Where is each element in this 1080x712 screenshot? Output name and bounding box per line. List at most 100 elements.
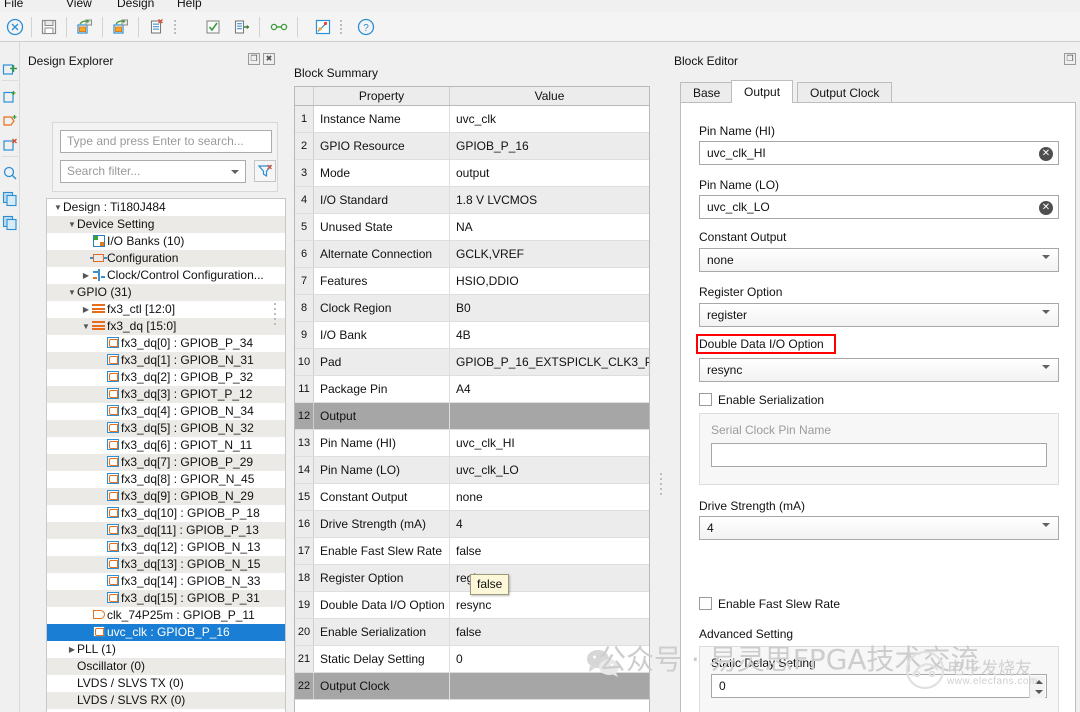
pin-name-hi-input[interactable]: uvc_clk_HI ✕ xyxy=(699,141,1059,165)
pin-name-lo-input[interactable]: uvc_clk_LO ✕ xyxy=(699,195,1059,219)
chevron-down-icon[interactable] xyxy=(1042,255,1050,273)
tree-item[interactable]: fx3_dq[10] : GPIOB_P_18 xyxy=(47,505,285,522)
tree-item[interactable]: fx3_dq[3] : GPIOT_P_12 xyxy=(47,386,285,403)
tree-item[interactable]: Oscillator (0) xyxy=(47,658,285,675)
import-design-icon[interactable] xyxy=(74,16,96,38)
row-value[interactable]: A4 xyxy=(450,376,649,402)
enable-fast-slew-rate-checkbox[interactable] xyxy=(699,597,712,610)
tree-item[interactable]: ▶ fx3_ctl [12:0] xyxy=(47,301,285,318)
float-panel-icon[interactable]: ❐ xyxy=(1064,53,1076,65)
paste-icon[interactable] xyxy=(1,214,19,232)
chevron-down-icon[interactable] xyxy=(1042,310,1050,328)
tree-item[interactable]: fx3_dq[2] : GPIOB_P_32 xyxy=(47,369,285,386)
search-icon[interactable] xyxy=(1,164,19,182)
tree-item[interactable]: Configuration xyxy=(47,250,285,267)
row-value[interactable]: 4B xyxy=(450,322,649,348)
chevron-right-icon[interactable]: ▶ xyxy=(67,641,77,658)
chevron-down-icon[interactable]: ▼ xyxy=(53,199,63,216)
table-row[interactable]: 16 Drive Strength (mA) 4 xyxy=(295,511,649,538)
table-row[interactable]: 11 Package Pin A4 xyxy=(295,376,649,403)
table-row[interactable]: 1 Instance Name uvc_clk xyxy=(295,106,649,133)
table-row[interactable]: 8 Clock Region B0 xyxy=(295,295,649,322)
tree-item[interactable]: I/O Banks (10) xyxy=(47,233,285,250)
drive-strength-combo[interactable]: 4 xyxy=(699,516,1059,541)
design-tree[interactable]: ▼Design : Ti180J484 ▼Device Setting I/O Ba… xyxy=(46,198,286,712)
tab-base[interactable]: Base xyxy=(680,82,734,103)
tree-item[interactable]: fx3_dq[9] : GPIOB_N_29 xyxy=(47,488,285,505)
table-row[interactable]: 9 I/O Bank 4B xyxy=(295,322,649,349)
tree-item[interactable]: ▼Design : Ti180J484 xyxy=(47,199,285,216)
table-group-row[interactable]: 12 Output xyxy=(295,403,649,430)
tree-item[interactable]: LVDS / SLVS RX (0) xyxy=(47,692,285,709)
tree-item-selected[interactable]: uvc_clk : GPIOB_P_16 xyxy=(47,624,285,641)
table-row[interactable]: 2 GPIO Resource GPIOB_P_16 xyxy=(295,133,649,160)
tree-item[interactable]: fx3_dq[5] : GPIOB_N_32 xyxy=(47,420,285,437)
tree-item[interactable]: fx3_dq[4] : GPIOB_N_34 xyxy=(47,403,285,420)
generate-report-icon[interactable] xyxy=(231,16,253,38)
chevron-down-icon[interactable]: ▼ xyxy=(67,216,77,233)
row-value[interactable]: resync xyxy=(450,592,649,618)
chevron-right-icon[interactable]: ▶ xyxy=(81,267,91,284)
tree-item[interactable]: fx3_dq[1] : GPIOB_N_31 xyxy=(47,352,285,369)
chevron-down-icon[interactable] xyxy=(1042,523,1050,541)
clear-filter-icon[interactable] xyxy=(254,160,276,182)
table-row[interactable]: 13 Pin Name (HI) uvc_clk_HI xyxy=(295,430,649,457)
remove-block-icon[interactable] xyxy=(1,136,19,154)
table-row[interactable]: 5 Unused State NA xyxy=(295,214,649,241)
table-row[interactable]: 20 Enable Serialization false xyxy=(295,619,649,646)
tree-item[interactable]: ▶ PLL (1) xyxy=(47,641,285,658)
clear-icon[interactable]: ✕ xyxy=(1039,201,1053,215)
check-design-icon[interactable] xyxy=(202,16,224,38)
menu-item-view[interactable]: View xyxy=(66,0,92,10)
tree-item[interactable]: fx3_dq[15] : GPIOB_P_31 xyxy=(47,590,285,607)
block-summary-table[interactable]: Property Value 1 Instance Name uvc_clk 2 GPI… xyxy=(294,86,650,712)
close-project-icon[interactable] xyxy=(4,16,26,38)
row-value[interactable]: uvc_clk xyxy=(450,106,649,132)
duplicate-block-icon[interactable] xyxy=(1,88,19,106)
row-value[interactable]: uvc_clk_LO xyxy=(450,457,649,483)
table-row[interactable]: 4 I/O Standard 1.8 V LVCMOS xyxy=(295,187,649,214)
tree-item[interactable]: fx3_dq[6] : GPIOT_N_11 xyxy=(47,437,285,454)
table-row[interactable]: 3 Mode output xyxy=(295,160,649,187)
floorplan-icon[interactable] xyxy=(312,16,334,38)
menu-item-file[interactable]: File xyxy=(4,0,23,10)
add-connection-icon[interactable] xyxy=(1,112,19,130)
tree-item[interactable]: LVDS / SLVS TX (0) xyxy=(47,675,285,692)
chevron-right-icon[interactable]: ▶ xyxy=(81,301,91,318)
copy-icon[interactable] xyxy=(1,190,19,208)
constant-output-combo[interactable]: none xyxy=(699,248,1059,273)
row-value[interactable]: GPIOB_P_16 xyxy=(450,133,649,159)
save-icon[interactable] xyxy=(38,16,60,38)
add-block-icon[interactable] xyxy=(1,60,19,78)
tree-item[interactable]: ▼Device Setting xyxy=(47,216,285,233)
tab-output-clock[interactable]: Output Clock xyxy=(797,82,893,103)
search-input[interactable]: Type and press Enter to search... xyxy=(60,130,272,153)
clear-icon[interactable]: ✕ xyxy=(1039,147,1053,161)
tree-item[interactable]: fx3_dq[7] : GPIOB_P_29 xyxy=(47,454,285,471)
table-row[interactable]: 14 Pin Name (LO) uvc_clk_LO xyxy=(295,457,649,484)
tab-output[interactable]: Output xyxy=(731,80,794,103)
row-value[interactable]: GCLK,VREF xyxy=(450,241,649,267)
connect-icon[interactable] xyxy=(268,16,290,38)
tree-item[interactable]: fx3_dq[8] : GPIOR_N_45 xyxy=(47,471,285,488)
float-panel-icon[interactable]: ❐ xyxy=(248,53,260,65)
help-icon[interactable]: ? xyxy=(355,16,377,38)
export-design-icon[interactable] xyxy=(110,16,132,38)
chevron-down-icon[interactable]: ▼ xyxy=(67,284,77,301)
row-value[interactable]: none xyxy=(450,484,649,510)
column-header-property[interactable]: Property xyxy=(314,87,450,105)
panel-splitter-right[interactable] xyxy=(658,470,664,510)
tree-item[interactable]: ▼GPIO (31) xyxy=(47,284,285,301)
row-value[interactable]: HSIO,DDIO xyxy=(450,268,649,294)
row-value[interactable]: false xyxy=(450,619,649,645)
table-row[interactable]: 10 Pad GPIOB_P_16_EXTSPICLK_CLK3_P xyxy=(295,349,649,376)
tree-item[interactable]: fx3_dq[12] : GPIOB_N_13 xyxy=(47,539,285,556)
search-filter-combo[interactable]: Search filter... xyxy=(60,160,246,183)
delete-block-icon[interactable] xyxy=(146,16,168,38)
table-row[interactable]: 6 Alternate Connection GCLK,VREF xyxy=(295,241,649,268)
serial-clock-pin-input[interactable] xyxy=(711,443,1047,467)
row-value[interactable]: B0 xyxy=(450,295,649,321)
tree-item[interactable]: fx3_dq[13] : GPIOB_N_15 xyxy=(47,556,285,573)
chevron-down-icon[interactable] xyxy=(226,162,244,181)
row-value[interactable] xyxy=(450,403,649,429)
